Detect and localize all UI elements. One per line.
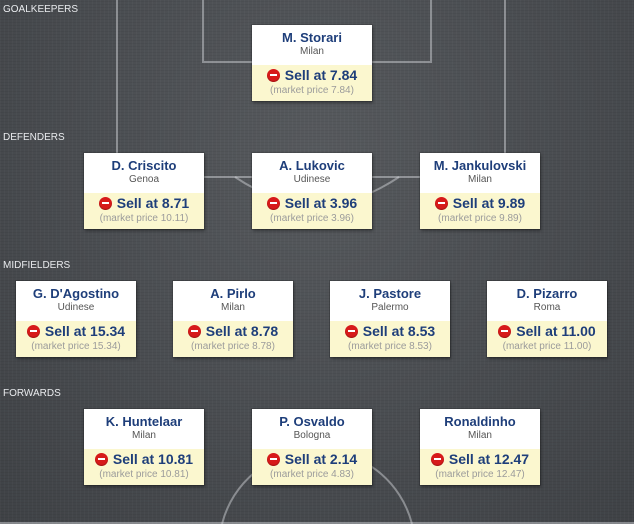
player-club: Milan bbox=[132, 430, 156, 441]
sell-button[interactable]: Sell at 8.53 bbox=[330, 323, 450, 339]
minus-circle-icon bbox=[434, 196, 448, 210]
sell-button[interactable]: Sell at 12.47 bbox=[420, 451, 540, 467]
player-name[interactable]: D. Criscito bbox=[84, 158, 204, 173]
sell-button[interactable]: Sell at 3.96 bbox=[252, 195, 372, 211]
player-name[interactable]: A. Pirlo bbox=[173, 286, 293, 301]
sell-label: Sell at 2.14 bbox=[284, 451, 358, 467]
minus-circle-icon bbox=[98, 196, 112, 210]
player-name[interactable]: M. Jankulovski bbox=[420, 158, 540, 173]
section-label-midfielders: MIDFIELDERS bbox=[3, 260, 71, 271]
player-name[interactable]: K. Huntelaar bbox=[84, 414, 204, 429]
sell-button[interactable]: Sell at 9.89 bbox=[420, 195, 540, 211]
sell-panel: Sell at 11.00 (market price 11.00) bbox=[487, 321, 607, 357]
player-card: Ronaldinho Milan Sell at 12.47 (market p… bbox=[420, 409, 540, 485]
player-club: Udinese bbox=[57, 302, 95, 313]
sell-label: Sell at 10.81 bbox=[112, 451, 194, 467]
player-club: Udinese bbox=[293, 174, 331, 185]
sell-panel: Sell at 8.53 (market price 8.53) bbox=[330, 321, 450, 357]
minus-circle-icon bbox=[26, 324, 40, 338]
sell-label: Sell at 9.89 bbox=[452, 195, 526, 211]
sell-button[interactable]: Sell at 10.81 bbox=[84, 451, 204, 467]
player-name[interactable]: G. D'Agostino bbox=[16, 286, 136, 301]
minus-circle-icon bbox=[266, 68, 280, 82]
player-card: M. Jankulovski Milan Sell at 9.89 (marke… bbox=[420, 153, 540, 229]
sell-panel: Sell at 8.71 (market price 10.11) bbox=[84, 193, 204, 229]
minus-circle-icon bbox=[94, 452, 108, 466]
sell-panel: Sell at 12.47 (market price 12.47) bbox=[420, 449, 540, 485]
player-club: Genoa bbox=[128, 174, 160, 185]
sell-button[interactable]: Sell at 8.71 bbox=[84, 195, 204, 211]
sell-panel: Sell at 8.78 (market price 8.78) bbox=[173, 321, 293, 357]
minus-circle-icon bbox=[266, 452, 280, 466]
sell-label: Sell at 15.34 bbox=[44, 323, 126, 339]
player-club: Milan bbox=[468, 174, 492, 185]
player-card: G. D'Agostino Udinese Sell at 15.34 (mar… bbox=[16, 281, 136, 357]
player-club: Milan bbox=[221, 302, 245, 313]
player-card: M. Storari Milan Sell at 7.84 (market pr… bbox=[252, 25, 372, 101]
section-label-goalkeepers: GOALKEEPERS bbox=[3, 4, 79, 15]
player-name[interactable]: M. Storari bbox=[252, 30, 372, 45]
player-club: Roma bbox=[533, 302, 561, 313]
minus-circle-icon bbox=[430, 452, 444, 466]
sell-panel: Sell at 9.89 (market price 9.89) bbox=[420, 193, 540, 229]
sell-button[interactable]: Sell at 7.84 bbox=[252, 67, 372, 83]
sell-button[interactable]: Sell at 2.14 bbox=[252, 451, 372, 467]
market-price: (market price 9.89) bbox=[438, 213, 522, 224]
market-price: (market price 8.53) bbox=[348, 341, 432, 352]
player-club: Milan bbox=[300, 46, 324, 57]
market-price: (market price 10.81) bbox=[99, 469, 189, 480]
sell-button[interactable]: Sell at 15.34 bbox=[16, 323, 136, 339]
sell-panel: Sell at 2.14 (market price 4.83) bbox=[252, 449, 372, 485]
market-price: (market price 4.83) bbox=[270, 469, 354, 480]
section-label-forwards: FORWARDS bbox=[3, 388, 61, 399]
sell-label: Sell at 12.47 bbox=[448, 451, 530, 467]
player-card: A. Lukovic Udinese Sell at 3.96 (market … bbox=[252, 153, 372, 229]
player-name[interactable]: A. Lukovic bbox=[252, 158, 372, 173]
player-name[interactable]: Ronaldinho bbox=[420, 414, 540, 429]
player-card: D. Pizarro Roma Sell at 11.00 (market pr… bbox=[487, 281, 607, 357]
player-name[interactable]: D. Pizarro bbox=[487, 286, 607, 301]
sell-label: Sell at 8.71 bbox=[116, 195, 190, 211]
player-card: A. Pirlo Milan Sell at 8.78 (market pric… bbox=[173, 281, 293, 357]
minus-circle-icon bbox=[266, 196, 280, 210]
sell-panel: Sell at 3.96 (market price 3.96) bbox=[252, 193, 372, 229]
market-price: (market price 11.00) bbox=[502, 341, 592, 352]
market-price: (market price 10.11) bbox=[99, 213, 189, 224]
player-club: Bologna bbox=[293, 430, 331, 441]
sell-label: Sell at 8.78 bbox=[205, 323, 279, 339]
section-label-defenders: DEFENDERS bbox=[3, 132, 65, 143]
player-card: J. Pastore Palermo Sell at 8.53 (market … bbox=[330, 281, 450, 357]
sell-panel: Sell at 7.84 (market price 7.84) bbox=[252, 65, 372, 101]
sell-label: Sell at 11.00 bbox=[516, 323, 596, 339]
sell-label: Sell at 8.53 bbox=[362, 323, 436, 339]
player-name[interactable]: J. Pastore bbox=[330, 286, 450, 301]
sell-label: Sell at 3.96 bbox=[284, 195, 358, 211]
market-price: (market price 8.78) bbox=[191, 341, 275, 352]
sell-button[interactable]: Sell at 8.78 bbox=[173, 323, 293, 339]
sell-button[interactable]: Sell at 11.00 bbox=[487, 323, 607, 339]
player-card: K. Huntelaar Milan Sell at 10.81 (market… bbox=[84, 409, 204, 485]
player-card: D. Criscito Genoa Sell at 8.71 (market p… bbox=[84, 153, 204, 229]
market-price: (market price 7.84) bbox=[270, 85, 354, 96]
sell-panel: Sell at 10.81 (market price 10.81) bbox=[84, 449, 204, 485]
minus-circle-icon bbox=[498, 324, 512, 338]
player-name[interactable]: P. Osvaldo bbox=[252, 414, 372, 429]
market-price: (market price 12.47) bbox=[435, 469, 525, 480]
player-club: Palermo bbox=[371, 302, 409, 313]
sell-label: Sell at 7.84 bbox=[284, 67, 358, 83]
minus-circle-icon bbox=[344, 324, 358, 338]
minus-circle-icon bbox=[187, 324, 201, 338]
sell-panel: Sell at 15.34 (market price 15.34) bbox=[16, 321, 136, 357]
player-card: P. Osvaldo Bologna Sell at 2.14 (market … bbox=[252, 409, 372, 485]
market-price: (market price 15.34) bbox=[31, 341, 121, 352]
market-price: (market price 3.96) bbox=[270, 213, 354, 224]
player-club: Milan bbox=[468, 430, 492, 441]
